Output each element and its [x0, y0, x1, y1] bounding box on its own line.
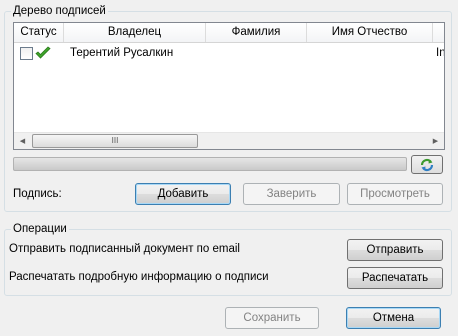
column-header-owner[interactable]: Владелец	[64, 23, 206, 42]
scrollbar-thumb[interactable]: III	[32, 134, 198, 148]
signature-tree-title: Дерево подписей	[11, 4, 108, 18]
column-header-last-name[interactable]: Фамилия	[206, 23, 307, 42]
signature-table[interactable]: Статус Владелец Фамилия Имя Отчество Тер…	[13, 22, 445, 150]
green-check-icon	[35, 46, 51, 59]
table-row[interactable]: Терентий Русалкин In	[14, 45, 444, 63]
column-header-status[interactable]: Статус	[14, 23, 64, 42]
print-description: Распечатать подробную информацию о подпи…	[9, 271, 269, 283]
send-button[interactable]: Отправить	[347, 239, 443, 261]
owner-cell: Терентий Русалкин	[70, 47, 174, 59]
add-button[interactable]: Добавить	[135, 183, 231, 205]
signature-label: Подпись:	[13, 188, 62, 200]
save-button[interactable]: Сохранить	[225, 307, 319, 329]
print-button[interactable]: Распечатать	[347, 267, 443, 289]
progress-bar	[13, 157, 407, 171]
cancel-button[interactable]: Отмена	[346, 307, 441, 329]
operations-title: Операции	[11, 222, 69, 236]
table-header: Статус Владелец Фамилия Имя Отчество	[14, 23, 444, 43]
scroll-left-icon[interactable]: ◀	[14, 133, 31, 149]
overflow-cell: In	[436, 47, 445, 59]
refresh-button[interactable]	[411, 155, 443, 174]
view-button[interactable]: Просмотреть	[347, 183, 443, 205]
column-header-first-middle-name[interactable]: Имя Отчество	[307, 23, 433, 42]
operations-group: Операции Отправить подписанный документ …	[4, 222, 452, 296]
signature-tree-group: Дерево подписей Статус Владелец Фамилия …	[4, 4, 452, 212]
row-checkbox[interactable]	[20, 47, 33, 60]
horizontal-scrollbar[interactable]: ◀ III ▶	[14, 132, 444, 149]
certify-button[interactable]: Заверить	[243, 183, 340, 205]
send-description: Отправить подписанный документ по email	[9, 243, 240, 255]
refresh-icon	[420, 158, 434, 171]
scroll-right-icon[interactable]: ▶	[427, 133, 444, 149]
